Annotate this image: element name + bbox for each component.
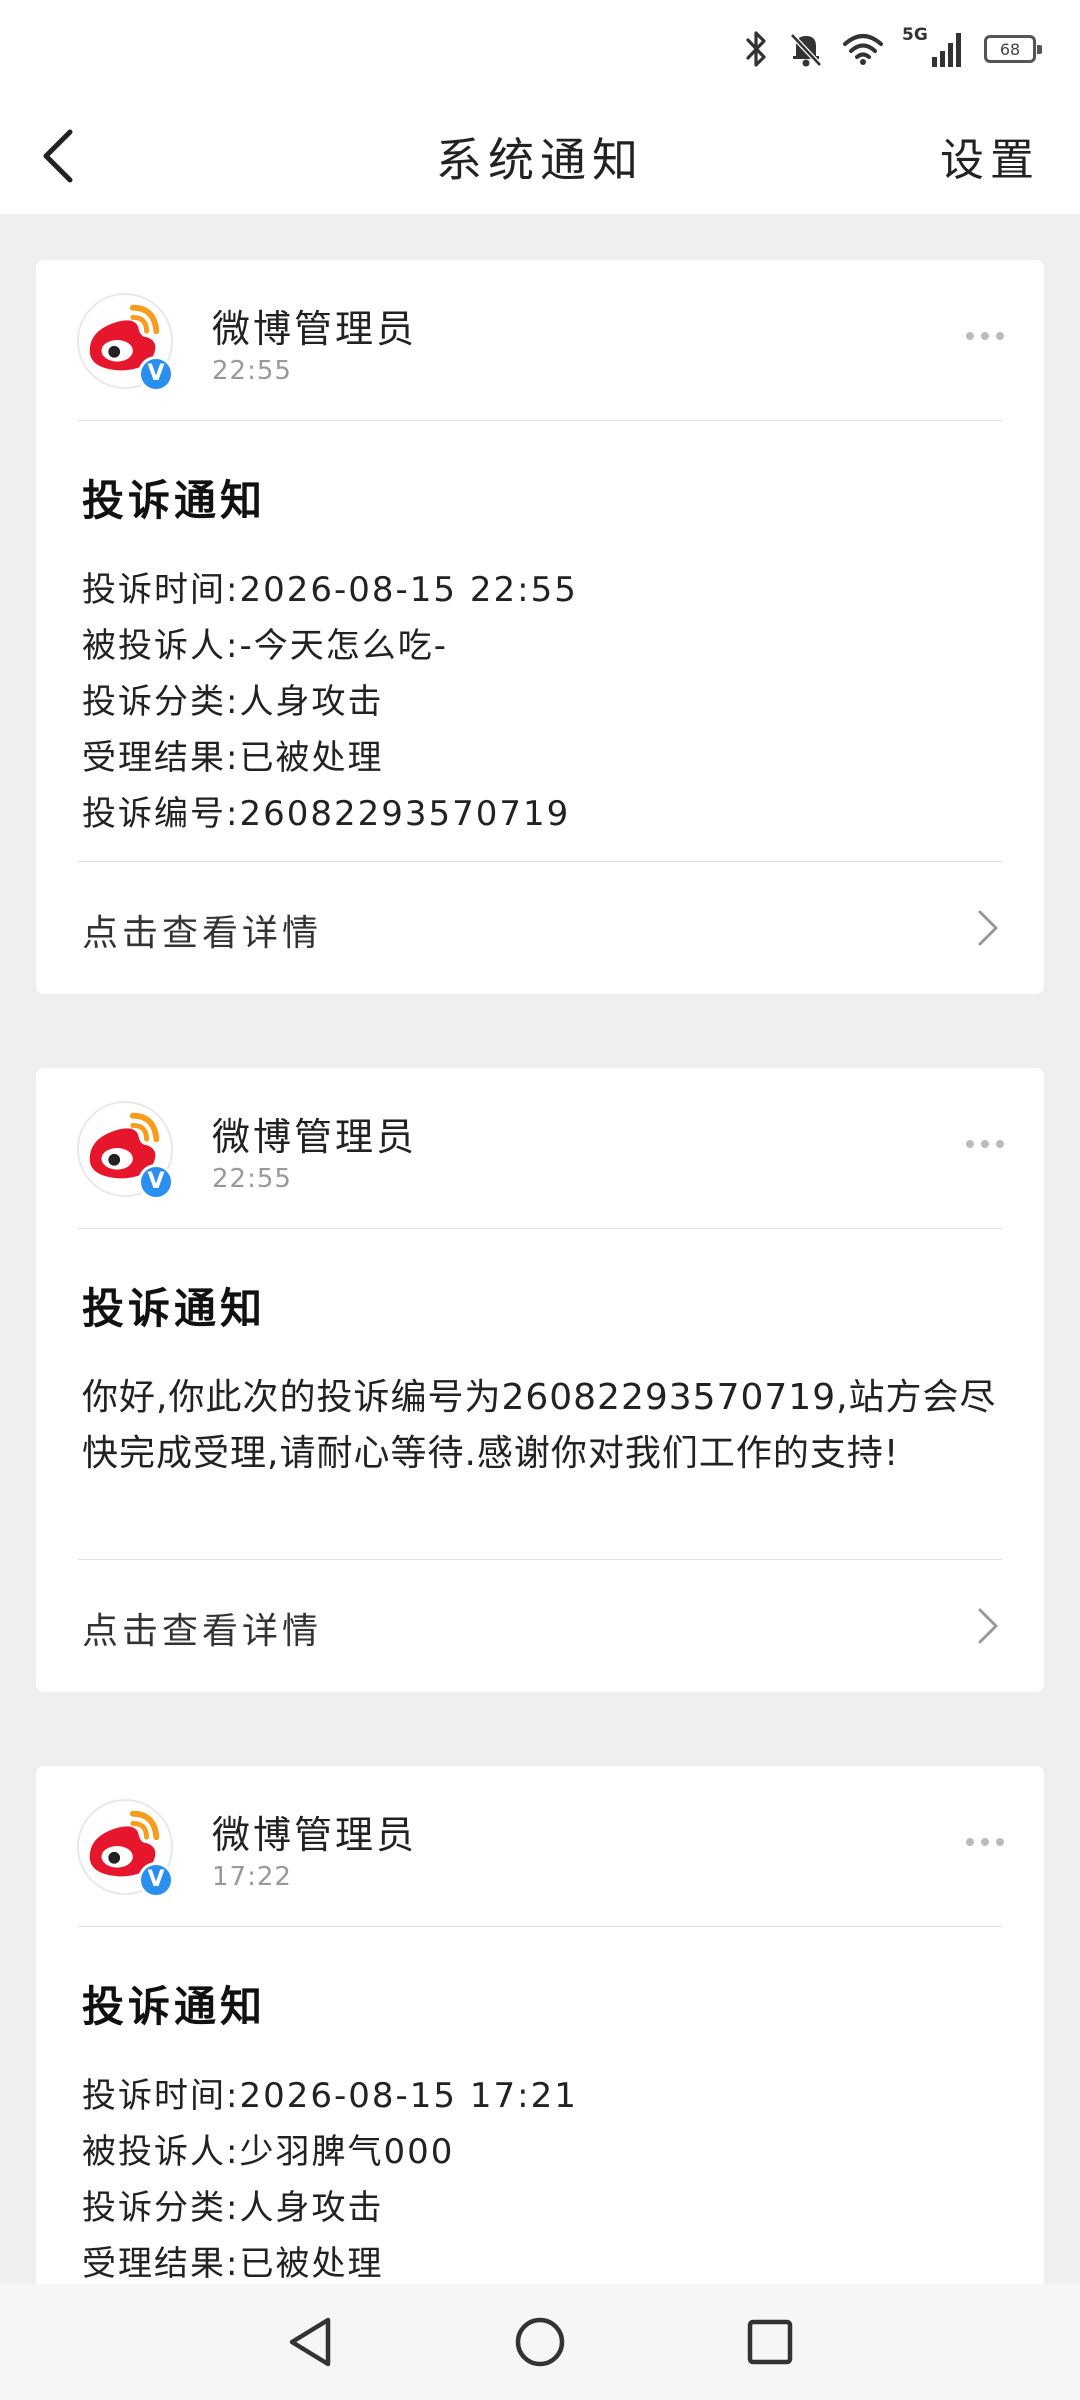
- notification-card-2: V 微博管理员 22:55 投诉通知 你好,你此次的投诉编号为260822935…: [36, 1068, 1044, 1692]
- sender-name[interactable]: 微博管理员: [212, 298, 417, 353]
- battery-level: 68: [999, 39, 1021, 59]
- complaint-category: 投诉分类:人身攻击: [82, 2188, 384, 2228]
- handling-result: 受理结果:已被处理: [82, 738, 384, 778]
- battery-icon: 68: [984, 35, 1042, 63]
- verified-badge-icon: V: [138, 356, 174, 392]
- back-triangle-icon[interactable]: [282, 2312, 338, 2372]
- more-dot-icon: [981, 1140, 989, 1148]
- verified-badge-icon: V: [138, 1164, 174, 1200]
- view-details-label: 点击查看详情: [82, 913, 323, 954]
- notice-title: 投诉通知: [82, 476, 267, 525]
- message-time: 17:22: [212, 1862, 292, 1892]
- more-dot-icon: [996, 1140, 1004, 1148]
- message-time: 22:55: [212, 1164, 292, 1194]
- more-dot-icon: [966, 332, 974, 340]
- more-dot-icon: [981, 332, 989, 340]
- notification-card-1: V 微博管理员 22:55 投诉通知 投诉时间:2026-08-15 22:55…: [36, 260, 1044, 994]
- sender-name[interactable]: 微博管理员: [212, 1106, 417, 1161]
- system-nav-bar: [0, 2284, 1080, 2400]
- complaint-time: 投诉时间:2026-08-15 22:55: [82, 570, 578, 610]
- page-title: 系统通知: [436, 133, 644, 187]
- nav-bar: 系统通知 设置: [0, 100, 1080, 214]
- more-dot-icon: [966, 1838, 974, 1846]
- card-body: 投诉通知 投诉时间:2026-08-15 17:21 被投诉人:少羽脾气000 …: [36, 1927, 1044, 2326]
- card-header: V 微博管理员 17:22: [36, 1766, 1044, 1926]
- card-body: 投诉通知 投诉时间:2026-08-15 22:55 被投诉人:-今天怎么吃- …: [36, 421, 1044, 861]
- status-icons: 5G 68: [744, 24, 1042, 74]
- notification-card-3: V 微博管理员 17:22 投诉通知 投诉时间:2026-08-15 17:21…: [36, 1766, 1044, 2326]
- home-circle-icon[interactable]: [512, 2312, 568, 2372]
- card-header: V 微博管理员 22:55: [36, 260, 1044, 420]
- recent-apps-square-icon[interactable]: [742, 2312, 798, 2372]
- more-dot-icon: [981, 1838, 989, 1846]
- notice-title: 投诉通知: [82, 1982, 267, 2031]
- cellular-signal-icon: [932, 33, 961, 67]
- complained-user: 被投诉人:-今天怎么吃-: [82, 626, 448, 666]
- view-details-row[interactable]: 点击查看详情: [36, 1560, 1044, 1692]
- more-dot-icon: [966, 1140, 974, 1148]
- verified-badge-icon: V: [138, 1862, 174, 1898]
- chevron-right-icon: [978, 910, 998, 946]
- more-dot-icon: [996, 332, 1004, 340]
- complaint-category: 投诉分类:人身攻击: [82, 682, 384, 722]
- message-time: 22:55: [212, 356, 292, 386]
- more-options-button[interactable]: [966, 1838, 1004, 1846]
- card-header: V 微博管理员 22:55: [36, 1068, 1044, 1228]
- chevron-right-icon: [978, 1608, 998, 1644]
- more-options-button[interactable]: [966, 332, 1004, 340]
- wifi-icon: [843, 34, 883, 65]
- view-details-label: 点击查看详情: [82, 1611, 323, 1652]
- notice-message: 你好,你此次的投诉编号为26082293570719,站方会尽快完成受理,请耐心…: [82, 1377, 997, 1474]
- bluetooth-icon: [746, 31, 766, 67]
- cellular-signal: 5G: [902, 25, 966, 71]
- settings-button[interactable]: 设置: [940, 124, 1040, 188]
- view-details-row[interactable]: 点击查看详情: [36, 862, 1044, 994]
- complaint-number: 投诉编号:26082293570719: [82, 794, 571, 834]
- bell-muted-icon: [790, 33, 822, 67]
- more-dot-icon: [996, 1838, 1004, 1846]
- sender-name[interactable]: 微博管理员: [212, 1804, 417, 1859]
- complaint-time: 投诉时间:2026-08-15 17:21: [82, 2076, 578, 2116]
- status-bar: 5G 68: [0, 0, 1080, 100]
- notice-title: 投诉通知: [82, 1284, 267, 1333]
- card-body: 投诉通知 你好,你此次的投诉编号为26082293570719,站方会尽快完成受…: [36, 1229, 1044, 1559]
- more-options-button[interactable]: [966, 1140, 1004, 1148]
- complained-user: 被投诉人:少羽脾气000: [82, 2132, 455, 2172]
